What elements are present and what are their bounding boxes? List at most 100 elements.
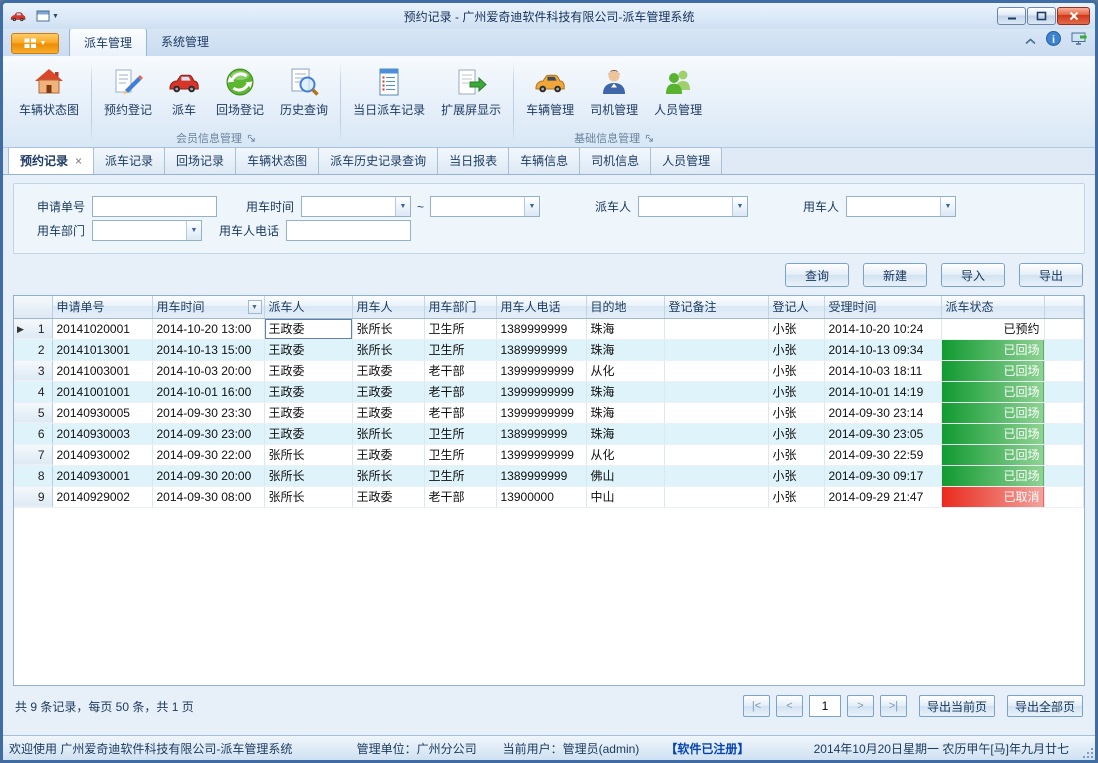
col-header-accept_time[interactable]: 受理时间 — [824, 296, 941, 318]
doc-tab-4[interactable]: 车辆状态图 — [235, 147, 319, 174]
filter-dropdown-icon[interactable]: ▼ — [248, 300, 262, 314]
app-menu-button[interactable]: ▼ — [11, 33, 59, 54]
cell-phone[interactable]: 13999999999 — [496, 360, 586, 381]
cell-accept_time[interactable]: 2014-09-30 23:14 — [824, 402, 941, 423]
cell-dispatcher[interactable]: 王政委 — [264, 360, 352, 381]
cell-remark[interactable] — [664, 465, 768, 486]
import-button[interactable]: 导入 — [941, 263, 1005, 287]
cell-destination[interactable]: 珠海 — [586, 402, 664, 423]
quick-access-toolbar[interactable]: ▼ — [32, 9, 63, 23]
registered-link[interactable]: 【软件已注册】 — [665, 740, 749, 757]
info-icon[interactable]: i — [1046, 31, 1061, 51]
cell-phone[interactable]: 13900000 — [496, 486, 586, 507]
cell-accept_time[interactable]: 2014-09-30 23:05 — [824, 423, 941, 444]
row-indicator[interactable]: 3 — [14, 360, 52, 381]
cell-status[interactable]: 已取消 — [941, 486, 1044, 507]
cell-dept[interactable]: 老干部 — [424, 381, 496, 402]
row-indicator[interactable]: 4 — [14, 381, 52, 402]
cell-accept_time[interactable]: 2014-09-30 22:59 — [824, 444, 941, 465]
table-row[interactable]: 3201410030012014-10-03 20:00王政委王政委老干部139… — [14, 360, 1084, 381]
combo-dropdown-icon[interactable]: ▼ — [186, 221, 201, 240]
dialog-launcher-icon[interactable] — [645, 134, 654, 143]
cell-accept_time[interactable]: 2014-09-30 09:17 — [824, 465, 941, 486]
cell-registrar[interactable]: 小张 — [768, 402, 824, 423]
combo-dropdown-icon[interactable]: ▼ — [940, 197, 955, 216]
cell-dispatcher[interactable]: 王政委 — [264, 381, 352, 402]
cell-destination[interactable]: 珠海 — [586, 381, 664, 402]
cell-status[interactable]: 已回场 — [941, 423, 1044, 444]
cell-registrar[interactable]: 小张 — [768, 360, 824, 381]
cell-registrar[interactable]: 小张 — [768, 486, 824, 507]
cell-status[interactable]: 已回场 — [941, 402, 1044, 423]
cell-user[interactable]: 王政委 — [352, 402, 424, 423]
cell-order_no[interactable]: 20141001001 — [52, 381, 152, 402]
col-header-remark[interactable]: 登记备注 — [664, 296, 768, 318]
tab-close-icon[interactable]: × — [75, 154, 82, 168]
cell-dispatcher[interactable]: 张所长 — [264, 465, 352, 486]
row-indicator[interactable]: 9 — [14, 486, 52, 507]
ribbon-button-pencil[interactable]: 预约登记 — [96, 61, 160, 121]
export-button[interactable]: 导出 — [1019, 263, 1083, 287]
cell-order_no[interactable]: 20140929002 — [52, 486, 152, 507]
cell-user[interactable]: 张所长 — [352, 423, 424, 444]
doc-tab-2[interactable]: 派车记录 — [93, 147, 165, 174]
cell-user[interactable]: 张所长 — [352, 318, 424, 339]
cell-accept_time[interactable]: 2014-10-01 14:19 — [824, 381, 941, 402]
dept-combo[interactable]: ▼ — [92, 220, 202, 241]
cell-dispatcher[interactable]: 张所长 — [264, 486, 352, 507]
ribbon-button-recycle[interactable]: 回场登记 — [208, 61, 272, 121]
cell-use_time[interactable]: 2014-10-01 16:00 — [152, 381, 264, 402]
row-indicator[interactable]: 7 — [14, 444, 52, 465]
cell-order_no[interactable]: 20140930003 — [52, 423, 152, 444]
cell-dept[interactable]: 老干部 — [424, 402, 496, 423]
cell-use_time[interactable]: 2014-09-30 20:00 — [152, 465, 264, 486]
cell-registrar[interactable]: 小张 — [768, 318, 824, 339]
last-page-button[interactable]: >| — [880, 695, 907, 717]
cell-registrar[interactable]: 小张 — [768, 444, 824, 465]
export-all-pages-button[interactable]: 导出全部页 — [1007, 695, 1083, 717]
cell-dept[interactable]: 卫生所 — [424, 444, 496, 465]
cell-status[interactable]: 已回场 — [941, 360, 1044, 381]
cell-order_no[interactable]: 20141003001 — [52, 360, 152, 381]
cell-dept[interactable]: 卫生所 — [424, 339, 496, 360]
cell-status[interactable]: 已回场 — [941, 381, 1044, 402]
cell-registrar[interactable]: 小张 — [768, 339, 824, 360]
cell-user[interactable]: 王政委 — [352, 360, 424, 381]
cell-phone[interactable]: 13999999999 — [496, 402, 586, 423]
resize-grip-icon[interactable] — [1081, 746, 1093, 758]
table-row[interactable]: 4201410010012014-10-01 16:00王政委王政委老干部139… — [14, 381, 1084, 402]
cell-remark[interactable] — [664, 318, 768, 339]
cell-dispatcher[interactable]: 王政委 — [264, 318, 352, 339]
col-header-phone[interactable]: 用车人电话 — [496, 296, 586, 318]
cell-status[interactable]: 已回场 — [941, 444, 1044, 465]
cell-use_time[interactable]: 2014-10-03 20:00 — [152, 360, 264, 381]
cell-status[interactable]: 已回场 — [941, 465, 1044, 486]
ribbon-button-driver[interactable]: 司机管理 — [582, 61, 646, 121]
table-row[interactable]: 9201409290022014-09-30 08:00张所长王政委老干部139… — [14, 486, 1084, 507]
doc-tab-8[interactable]: 司机信息 — [579, 147, 651, 174]
col-header-registrar[interactable]: 登记人 — [768, 296, 824, 318]
table-row[interactable]: 6201409300032014-09-30 23:00王政委张所长卫生所138… — [14, 423, 1084, 444]
ribbon-button-extend-screen[interactable]: 扩展屏显示 — [433, 61, 509, 121]
doc-tab-7[interactable]: 车辆信息 — [508, 147, 580, 174]
collapse-ribbon-icon[interactable] — [1025, 32, 1036, 50]
cell-phone[interactable]: 13999999999 — [496, 444, 586, 465]
cell-destination[interactable]: 佛山 — [586, 465, 664, 486]
cell-use_time[interactable]: 2014-09-30 23:30 — [152, 402, 264, 423]
cell-dept[interactable]: 老干部 — [424, 360, 496, 381]
cell-order_no[interactable]: 20140930002 — [52, 444, 152, 465]
dispatcher-combo[interactable]: ▼ — [638, 196, 748, 217]
cell-destination[interactable]: 珠海 — [586, 423, 664, 444]
cell-dept[interactable]: 卫生所 — [424, 465, 496, 486]
cell-destination[interactable]: 珠海 — [586, 339, 664, 360]
cell-user[interactable]: 王政委 — [352, 444, 424, 465]
cell-dispatcher[interactable]: 王政委 — [264, 423, 352, 444]
page-number-input[interactable] — [809, 695, 841, 717]
cell-remark[interactable] — [664, 486, 768, 507]
combo-dropdown-icon[interactable]: ▼ — [524, 197, 539, 216]
table-row[interactable]: 5201409300052014-09-30 23:30王政委王政委老干部139… — [14, 402, 1084, 423]
dialog-launcher-icon[interactable] — [247, 134, 256, 143]
new-button[interactable]: 新建 — [863, 263, 927, 287]
ribbon-button-people[interactable]: 人员管理 — [646, 61, 710, 121]
table-row[interactable]: 8201409300012014-09-30 20:00张所长张所长卫生所138… — [14, 465, 1084, 486]
